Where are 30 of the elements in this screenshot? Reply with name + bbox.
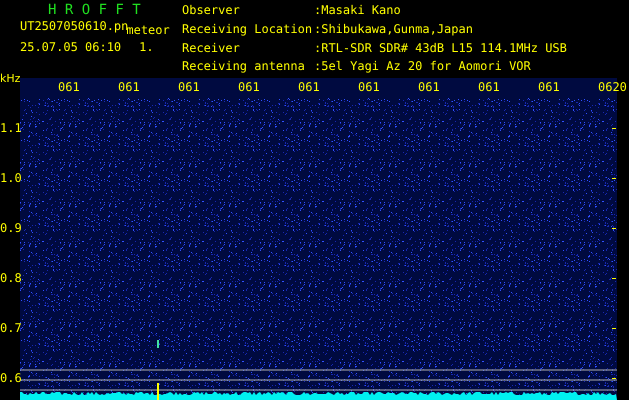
time-label: 061	[538, 80, 560, 96]
timestamp: 25.07.05 06:10	[20, 39, 122, 56]
info-label: Receiving antenna	[182, 59, 306, 76]
info-label: Observer	[182, 3, 241, 19]
axis-label: 1.0	[0, 171, 22, 185]
time-label: 061	[298, 80, 320, 96]
axis-label: 0.8	[0, 271, 22, 285]
info-value: :Masaki Kano	[314, 3, 402, 19]
time-label: 0620	[598, 80, 627, 96]
time-label: 061	[118, 80, 140, 96]
axis-unit: kHz	[0, 72, 20, 85]
time-label: 061	[58, 80, 80, 96]
file-name: UT2507050610.pn	[20, 18, 128, 33]
info-value: :5el Yagi Az 20 for Aomori VOR	[314, 59, 532, 76]
axis-label: 0.7	[0, 321, 22, 335]
time-label: 061	[178, 80, 200, 96]
info-value: :Shibukawa,Gunma,Japan	[314, 22, 474, 38]
event-count: 1.	[139, 39, 154, 56]
time-label: 061	[478, 80, 500, 96]
info-label: Receiver	[182, 40, 241, 56]
info-label: Receiving Location	[182, 22, 314, 38]
event-type: meteor	[126, 23, 170, 39]
app-title: H R O F F T	[47, 3, 142, 18]
time-label: 061	[238, 80, 260, 96]
info-value: :RTL-SDR SDR# 43dB L15 114.1MHz USB	[314, 40, 567, 56]
axis-label: 0.9	[0, 221, 22, 235]
time-label: 061	[358, 80, 380, 96]
axis-label: 1.1	[0, 121, 22, 135]
axis-label: 0.6	[0, 371, 22, 385]
time-label: 061	[418, 80, 440, 96]
